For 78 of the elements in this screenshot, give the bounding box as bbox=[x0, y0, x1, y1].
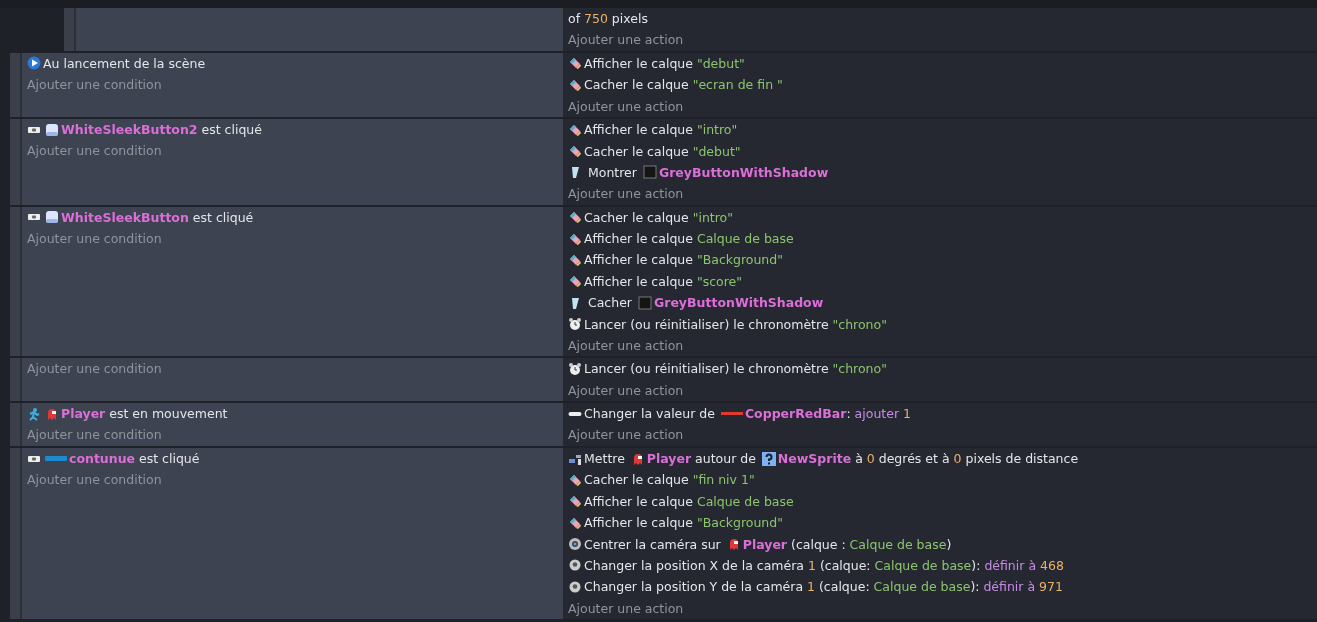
question-mark-icon bbox=[761, 451, 776, 466]
event-handle[interactable] bbox=[10, 447, 22, 619]
add-action-link[interactable]: Ajouter une action bbox=[568, 424, 1317, 446]
action-text: Lancer (ou réinitialiser) le chronomètre "chrono" bbox=[584, 361, 887, 377]
action-text: Player (calque : Calque de base) bbox=[742, 536, 952, 552]
event-handle[interactable] bbox=[10, 403, 22, 446]
action-text: Afficher le calque "debut" bbox=[584, 55, 745, 71]
action-text: Changer la position Y de la caméra 1 (calque: Calque de base): définir à 971 bbox=[584, 579, 1063, 595]
action-text: Cacher bbox=[586, 295, 633, 311]
event-handle[interactable] bbox=[10, 52, 22, 117]
alarm-clock-icon bbox=[568, 361, 582, 376]
eraser-icon bbox=[568, 515, 582, 530]
action-text: Afficher le calque "Background" bbox=[584, 252, 783, 268]
eraser-icon bbox=[568, 253, 582, 267]
eraser-icon bbox=[568, 274, 582, 289]
action-text: Afficher le calque "intro" bbox=[584, 122, 738, 138]
add-condition-link[interactable]: Ajouter une condition bbox=[27, 140, 563, 162]
eraser-icon bbox=[568, 77, 582, 92]
eraser-icon bbox=[568, 231, 582, 246]
action-text: Lancer (ou réinitialiser) le chronomètre "chrono" bbox=[584, 316, 887, 332]
square-icon bbox=[642, 165, 657, 180]
add-action-link[interactable]: Ajouter une action bbox=[568, 334, 1317, 357]
action-text: Cacher le calque "intro" bbox=[584, 209, 733, 225]
action-text: Changer la valeur de bbox=[584, 406, 716, 422]
add-condition-link[interactable]: Ajouter une condition bbox=[27, 358, 563, 380]
character-icon bbox=[45, 406, 59, 421]
action-text: CopperRedBar: ajouter 1 bbox=[744, 406, 911, 422]
add-action-link[interactable]: Ajouter une action bbox=[568, 95, 1317, 117]
camera-icon bbox=[568, 579, 582, 594]
camera-icon bbox=[568, 558, 582, 573]
action-text: GreyButtonWithShadow bbox=[658, 164, 829, 180]
add-condition-link[interactable]: Ajouter une condition bbox=[27, 469, 563, 491]
eraser-icon bbox=[568, 472, 582, 487]
line-icon bbox=[720, 412, 743, 416]
condition-text: contunue est cliqué bbox=[69, 451, 200, 466]
action-text: Afficher le calque Calque de base bbox=[584, 231, 794, 247]
rounded-square-icon bbox=[45, 210, 59, 225]
add-condition-link[interactable]: Ajouter une condition bbox=[27, 74, 563, 96]
event-handle[interactable] bbox=[10, 118, 22, 205]
action-text: Centrer la caméra sur bbox=[584, 536, 722, 552]
eraser-icon bbox=[568, 56, 582, 71]
action-text: Mettre bbox=[584, 451, 626, 466]
action-text: Cacher le calque "debut" bbox=[584, 143, 741, 159]
eraser-icon bbox=[568, 122, 582, 137]
eraser-icon bbox=[568, 144, 582, 159]
condition-text: WhiteSleekButton2 est cliqué bbox=[61, 122, 262, 138]
add-action-link[interactable]: Ajouter une action bbox=[568, 379, 1317, 402]
alarm-clock-icon bbox=[568, 317, 582, 332]
add-action-link[interactable]: Ajouter une action bbox=[568, 29, 1317, 51]
action-text: Player autour de bbox=[646, 451, 757, 466]
camera-icon bbox=[568, 537, 582, 552]
eraser-icon bbox=[568, 210, 582, 225]
action-text: Cacher le calque "ecran de fin " bbox=[584, 77, 783, 93]
add-action-link[interactable]: Ajouter une action bbox=[568, 183, 1317, 205]
action-text: Montrer bbox=[586, 164, 638, 180]
action-text: Cacher le calque "fin niv 1" bbox=[584, 472, 755, 488]
action-text: NewSprite à 0 degrés et à 0 pixels de distance bbox=[777, 451, 1079, 466]
action-text: Afficher le calque "Background" bbox=[584, 515, 783, 531]
event-handle[interactable] bbox=[10, 358, 22, 402]
bar-icon bbox=[45, 456, 67, 461]
condition-text: WhiteSleekButton est cliqué bbox=[61, 209, 254, 225]
square-icon bbox=[637, 295, 652, 310]
action-text: Changer la position X de la caméra 1 (calque: Calque de base): définir à 468 bbox=[584, 557, 1064, 573]
add-action-link[interactable]: Ajouter une action bbox=[568, 597, 1317, 619]
running-figure-icon bbox=[27, 406, 41, 421]
action-text: Afficher le calque "score" bbox=[584, 273, 742, 289]
add-condition-link[interactable]: Ajouter une condition bbox=[27, 424, 563, 446]
eraser-icon bbox=[568, 494, 582, 509]
add-condition-link[interactable]: Ajouter une condition bbox=[27, 227, 563, 250]
action-text: GreyButtonWithShadow bbox=[653, 295, 824, 311]
condition-text: Au lancement de la scène bbox=[43, 55, 206, 71]
action-text: of 750 pixels bbox=[568, 11, 648, 27]
rounded-square-icon bbox=[45, 122, 59, 137]
condition-text: Player est en mouvement bbox=[61, 406, 228, 422]
play-icon bbox=[27, 56, 41, 71]
event-handle[interactable] bbox=[64, 8, 76, 51]
event-handle[interactable] bbox=[10, 206, 22, 357]
action-text: Afficher le calque Calque de base bbox=[584, 493, 794, 509]
